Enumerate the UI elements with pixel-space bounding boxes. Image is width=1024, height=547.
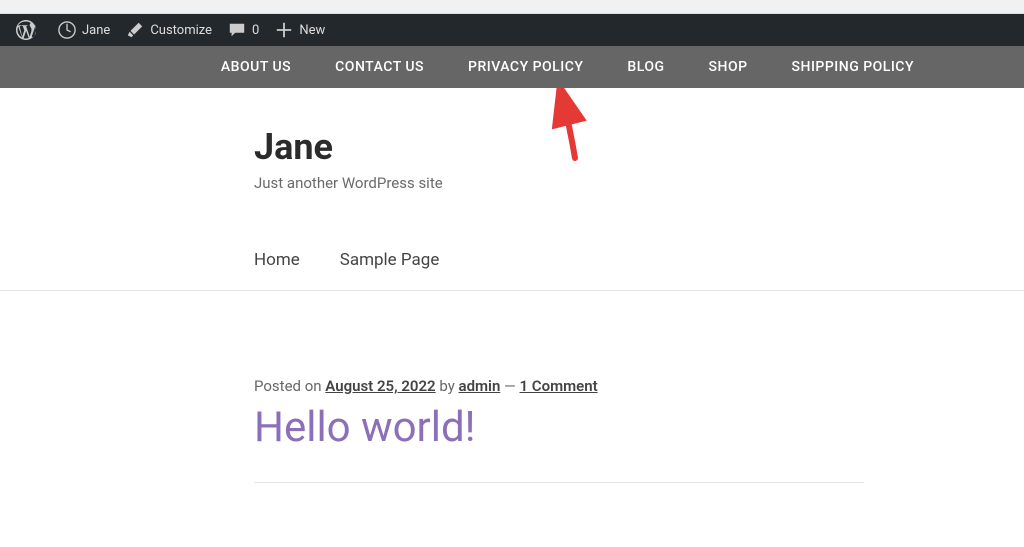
page-nav-home[interactable]: Home (254, 250, 300, 270)
post-meta-separator: — (500, 377, 519, 395)
post-meta: Posted on August 25, 2022 by admin — 1 C… (254, 377, 944, 395)
post-title[interactable]: Hello world! (254, 403, 944, 452)
post-meta-by: by (436, 377, 459, 395)
admin-customize-label: Customize (150, 23, 212, 38)
admin-site-name: Jane (82, 23, 110, 38)
nav-contact-us[interactable]: CONTACT US (335, 59, 424, 75)
nav-shop[interactable]: SHOP (709, 59, 748, 75)
top-navigation: ABOUT US CONTACT US PRIVACY POLICY BLOG … (0, 46, 1024, 88)
admin-customize[interactable]: Customize (118, 14, 220, 46)
post-divider (254, 482, 864, 483)
wp-logo[interactable] (8, 14, 50, 46)
wordpress-icon (16, 20, 36, 40)
admin-comment-count: 0 (252, 23, 259, 38)
nav-privacy-policy[interactable]: PRIVACY POLICY (468, 59, 583, 75)
browser-chrome-top (0, 0, 1024, 14)
wp-admin-bar: Jane Customize 0 New (0, 14, 1024, 46)
comment-icon (228, 21, 246, 39)
admin-comments[interactable]: 0 (220, 14, 267, 46)
post-author-link[interactable]: admin (459, 377, 501, 395)
page-nav-sample[interactable]: Sample Page (340, 250, 440, 270)
post-comment-link[interactable]: 1 Comment (519, 377, 597, 395)
post-meta-postedon: Posted on (254, 377, 325, 395)
admin-site-link[interactable]: Jane (50, 14, 118, 46)
brush-icon (126, 21, 144, 39)
dashboard-icon (58, 21, 76, 39)
site-tagline: Just another WordPress site (254, 174, 1024, 192)
admin-new[interactable]: New (267, 14, 333, 46)
site-content: Jane Just another WordPress site Home Sa… (0, 88, 1024, 290)
page-navigation: Home Sample Page (254, 250, 1024, 290)
nav-shipping-policy[interactable]: SHIPPING POLICY (792, 59, 914, 75)
post-area: Posted on August 25, 2022 by admin — 1 C… (0, 291, 1024, 483)
plus-icon (275, 21, 293, 39)
site-title[interactable]: Jane (254, 126, 1024, 168)
nav-blog[interactable]: BLOG (627, 59, 664, 75)
admin-new-label: New (299, 23, 325, 38)
nav-about-us[interactable]: ABOUT US (221, 59, 291, 75)
post-date-link[interactable]: August 25, 2022 (325, 377, 435, 395)
